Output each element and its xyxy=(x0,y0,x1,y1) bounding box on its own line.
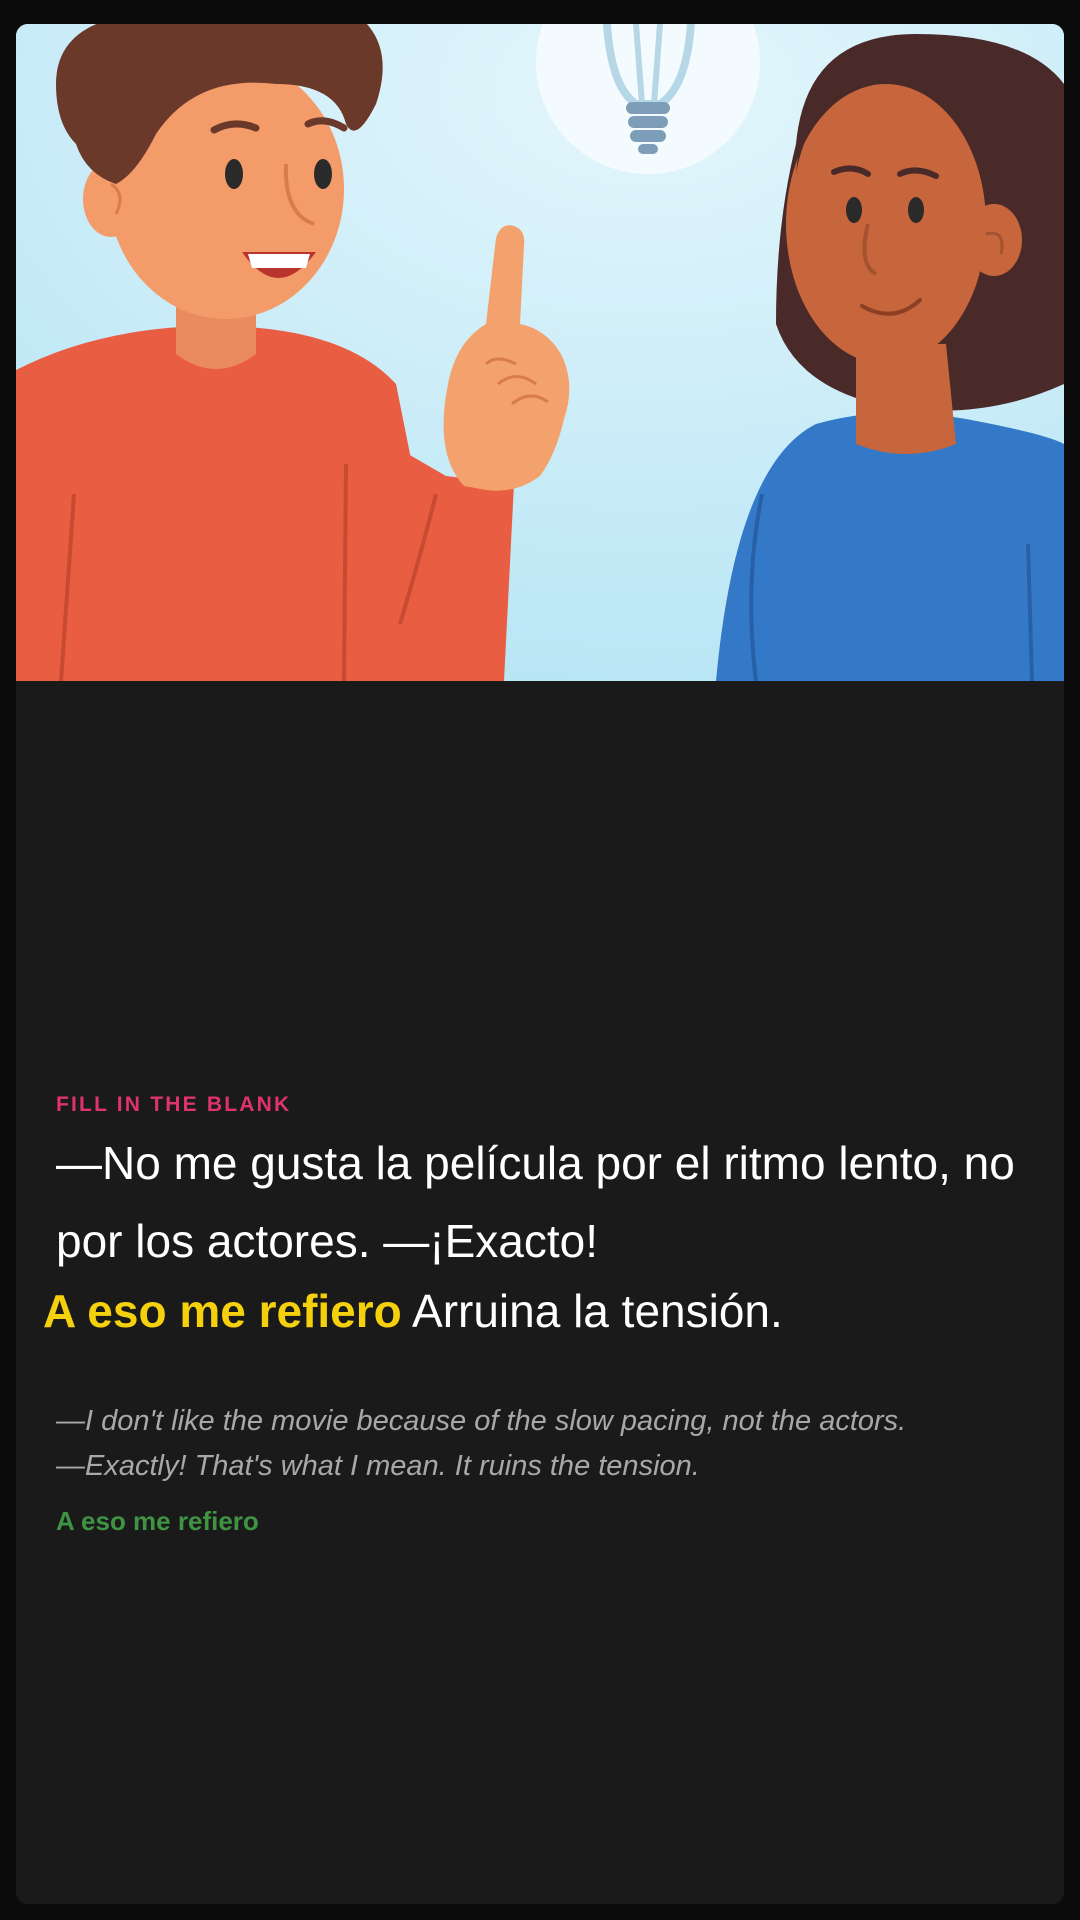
translation: —I don't like the movie because of the s… xyxy=(56,1399,1046,1489)
prompt-sentence: —No me gusta la película por el ritmo le… xyxy=(56,1137,1015,1267)
correct-answer: A eso me refiero xyxy=(56,1506,259,1536)
translation-line: —I don't like the movie because of the s… xyxy=(56,1405,907,1437)
prompt-sentence-continuation: A eso me refiero Arruina la tensión. xyxy=(43,1281,1043,1341)
prompt-sentence-end: Arruina la tensión. xyxy=(401,1285,783,1337)
translation-line: —Exactly! That's what I mean. It ruins t… xyxy=(56,1450,700,1482)
exercise-content: FILL IN THE BLANK —No me gusta la pelícu… xyxy=(16,681,1064,1904)
exercise-type-label: FILL IN THE BLANK xyxy=(56,1093,292,1116)
filled-blank: A eso me refiero xyxy=(43,1285,402,1337)
illustration xyxy=(16,24,1064,681)
flashcard: FILL IN THE BLANK —No me gusta la pelícu… xyxy=(16,24,1064,1904)
conversation-illustration xyxy=(16,24,1064,681)
